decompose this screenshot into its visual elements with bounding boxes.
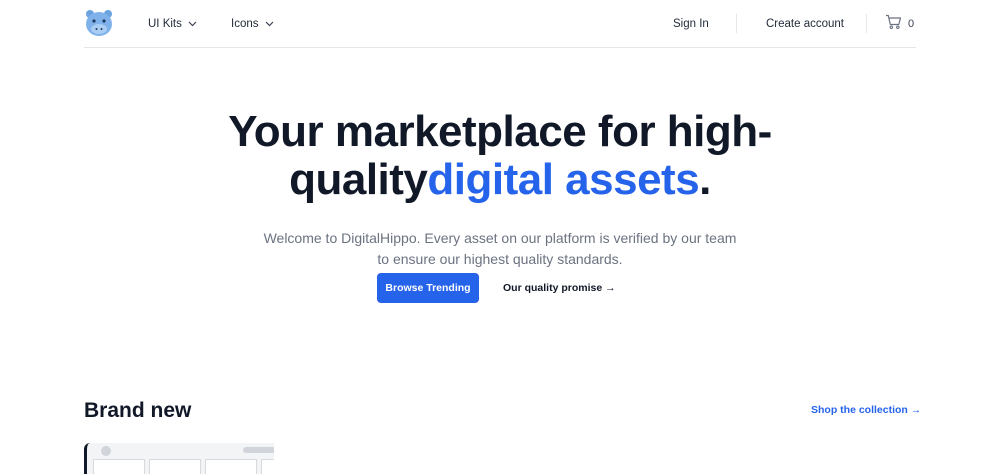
- cart-button[interactable]: 0: [885, 0, 914, 47]
- shopping-cart-icon: [885, 14, 902, 33]
- divider: [736, 14, 737, 33]
- preview-card: [261, 459, 274, 474]
- navbar: UI Kits Icons Sign In Create account 0: [84, 0, 916, 48]
- cart-count: 0: [908, 17, 915, 30]
- chevron-down-icon: [265, 18, 274, 30]
- hero-title-end: .: [699, 155, 711, 204]
- brand-new-title: Brand new: [84, 399, 192, 422]
- product-thumbnail[interactable]: [84, 443, 274, 474]
- nav-ui-kits[interactable]: UI Kits: [148, 0, 197, 47]
- nav-icons[interactable]: Icons: [231, 0, 274, 47]
- placeholder-bar: [243, 447, 274, 453]
- nav-ui-kits-label: UI Kits: [148, 17, 182, 30]
- avatar: [101, 446, 111, 456]
- hero-subtitle: Welcome to DigitalHippo. Every asset on …: [263, 230, 737, 267]
- hero-section: Your marketplace for high- qualitydigita…: [0, 108, 1000, 303]
- create-account-link[interactable]: Create account: [766, 0, 844, 47]
- nav-icons-label: Icons: [231, 17, 259, 30]
- quality-promise-link[interactable]: Our quality promise →: [503, 273, 616, 303]
- preview-card: [205, 459, 257, 474]
- divider: [866, 14, 867, 33]
- hero-title-accent: digital assets: [427, 155, 700, 204]
- browse-trending-button[interactable]: Browse Trending: [377, 273, 479, 303]
- sign-in-link[interactable]: Sign In: [673, 0, 709, 47]
- hero-title: Your marketplace for high- qualitydigita…: [0, 108, 1000, 204]
- preview-card: [93, 459, 145, 474]
- preview-card: [149, 459, 201, 474]
- shop-collection-link[interactable]: Shop the collection →: [811, 404, 921, 416]
- chevron-down-icon: [188, 18, 197, 30]
- hippo-logo-icon[interactable]: [84, 9, 114, 37]
- hero-title-plain: quality: [289, 155, 428, 204]
- hero-title-line1: Your marketplace for high-: [228, 107, 772, 156]
